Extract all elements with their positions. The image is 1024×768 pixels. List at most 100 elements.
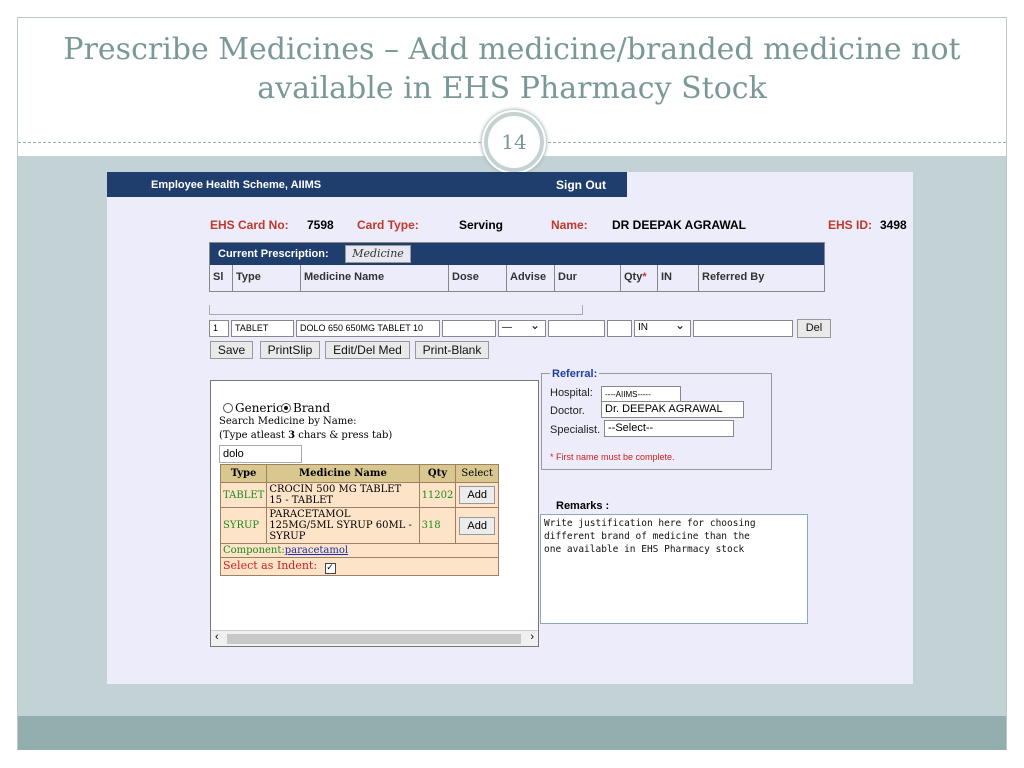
search-hint-pre: (Type atleast [219,430,289,441]
result-type: TABLET [219,482,268,508]
indent-label: Select as Indent: [223,559,318,572]
print-slip-button[interactable]: PrintSlip [260,341,320,359]
delete-row-button[interactable]: Del [797,319,831,338]
table-row: TABLET CROCIN 500 MG TABLET 15 - TABLET … [219,482,499,508]
slide-title-line-1: Prescribe Medicines – Add medicine/brand… [63,32,961,67]
referral-fieldset: Referral: Hospital: ----AIIMS----- Docto… [541,368,772,470]
result-name: PARACETAMOL 125MG/5ML SYRUP 60ML - SYRUP [266,507,420,544]
referral-legend: Referral: [550,368,600,380]
indent-cell: Select as Indent: ✓ [220,557,499,576]
search-results-table: Type Medicine Name Qty Select TABLET CRO… [219,464,499,576]
sign-out-link[interactable]: Sign Out [556,178,606,192]
print-blank-button[interactable]: Print-Blank [415,341,489,359]
page-number-badge: 14 [484,112,544,172]
generic-radio-icon[interactable] [223,403,233,413]
remarks-label: Remarks : [556,500,610,512]
component-label: Component: [223,545,285,556]
medicine-search-panel: Generic Brand Search Medicine by Name: (… [210,380,539,647]
row-sl-field[interactable]: 1 [209,320,229,337]
add-medicine-button[interactable]: Add [459,486,496,504]
medicine-search-input[interactable]: dolo [219,445,302,463]
generic-label: Generic [235,401,283,415]
doctor-label: Doctor. [550,405,585,417]
patient-name: DR DEEPAK AGRAWAL [612,218,747,232]
table-row: SYRUP PARACETAMOL 125MG/5ML SYRUP 60ML -… [219,507,499,544]
hospital-label: Hospital: [550,387,593,399]
table-separator [209,305,583,315]
required-mark: * [642,271,647,283]
col-type: Type [233,265,301,291]
prescription-header: Current Prescription: Medicine [210,243,824,265]
name-label: Name: [551,218,588,232]
brand-radio-option[interactable]: Brand [281,401,330,415]
results-col-select: Select [455,464,499,483]
results-col-name: Medicine Name [266,464,420,483]
result-qty: 318 [418,507,457,544]
results-header-row: Type Medicine Name Qty Select [219,464,499,483]
slide-title-line-2: available in EHS Pharmacy Stock [257,71,767,106]
row-advise-select[interactable]: — [498,318,546,337]
card-type-value: Serving [459,218,504,232]
col-sl: Sl [210,265,233,291]
scrollbar-thumb[interactable] [227,634,521,644]
col-dur: Dur [555,265,621,291]
row-dose-field[interactable] [442,320,496,337]
card-no-label: EHS Card No: [210,218,289,232]
col-in: IN [658,265,699,291]
ehs-id-value: 3498 [880,218,907,232]
search-prompt: Search Medicine by Name: [219,416,357,427]
col-qty: Qty* [621,265,658,291]
result-select-cell: Add [455,507,499,544]
results-col-qty: Qty [418,464,457,483]
app-screenshot: Employee Health Scheme, AIIMS Sign Out E… [107,172,913,684]
brand-label: Brand [293,401,331,415]
row-medicine-field[interactable]: DOLO 650 650MG TABLET 10 [296,320,440,337]
specialist-label: Specialist. [550,424,601,436]
tab-medicine[interactable]: Medicine [345,245,411,263]
slide: Prescribe Medicines – Add medicine/brand… [0,0,1024,768]
horizontal-scrollbar[interactable]: ‹ › [211,630,538,646]
app-header: Employee Health Scheme, AIIMS Sign Out [107,172,627,197]
generic-radio-option[interactable]: Generic [223,401,283,415]
current-prescription-table: Current Prescription: Medicine Sl Type M… [209,242,825,292]
component-row: Component:paracetamol [220,543,499,558]
search-hint-post: chars & press tab) [295,430,393,441]
row-referred-by-field[interactable] [693,320,793,337]
add-medicine-button[interactable]: Add [459,516,496,535]
row-dur-field[interactable] [548,320,605,337]
scroll-left-icon[interactable]: ‹ [215,631,219,643]
footer-band [18,716,1006,750]
result-select-cell: Add [455,482,499,508]
result-type: SYRUP [219,507,268,544]
row-qty-field[interactable] [607,320,632,337]
card-type-label: Card Type: [357,218,419,232]
slide-title: Prescribe Medicines – Add medicine/brand… [40,30,984,108]
col-dose: Dose [449,265,507,291]
scroll-right-icon[interactable]: › [530,631,534,643]
brand-radio-icon[interactable] [281,403,291,413]
edit-del-med-button[interactable]: Edit/Del Med [325,341,410,359]
col-referred-by: Referred By [702,271,765,283]
doctor-field[interactable]: Dr. DEEPAK AGRAWAL [601,401,744,418]
ehs-id-label: EHS ID: [828,218,873,232]
referral-note: * First name must be complete. [550,452,675,462]
prescription-heading: Current Prescription: [218,248,329,260]
results-col-type: Type [219,464,268,483]
save-button[interactable]: Save [210,341,253,359]
component-link[interactable]: paracetamol [285,545,348,556]
col-advise: Advise [507,265,555,291]
remarks-textarea[interactable]: Write justification here for choosing di… [540,514,808,624]
row-in-select[interactable]: IN [634,318,691,337]
result-qty: 11202 [418,482,457,508]
search-hint: (Type atleast 3 chars & press tab) [219,430,392,441]
result-name: CROCIN 500 MG TABLET 15 - TABLET [266,482,420,508]
component-cell: Component:paracetamol [220,543,499,558]
specialist-select[interactable]: --Select-- [604,420,734,437]
col-qty-label: Qty [624,271,643,283]
col-medicine-name: Medicine Name [301,265,449,291]
row-type-field[interactable]: TABLET [231,320,294,337]
indent-row: Select as Indent: ✓ [220,557,499,576]
app-title: Employee Health Scheme, AIIMS [151,179,322,191]
indent-checkbox[interactable]: ✓ [324,563,336,574]
card-no-value: 7598 [307,218,334,232]
